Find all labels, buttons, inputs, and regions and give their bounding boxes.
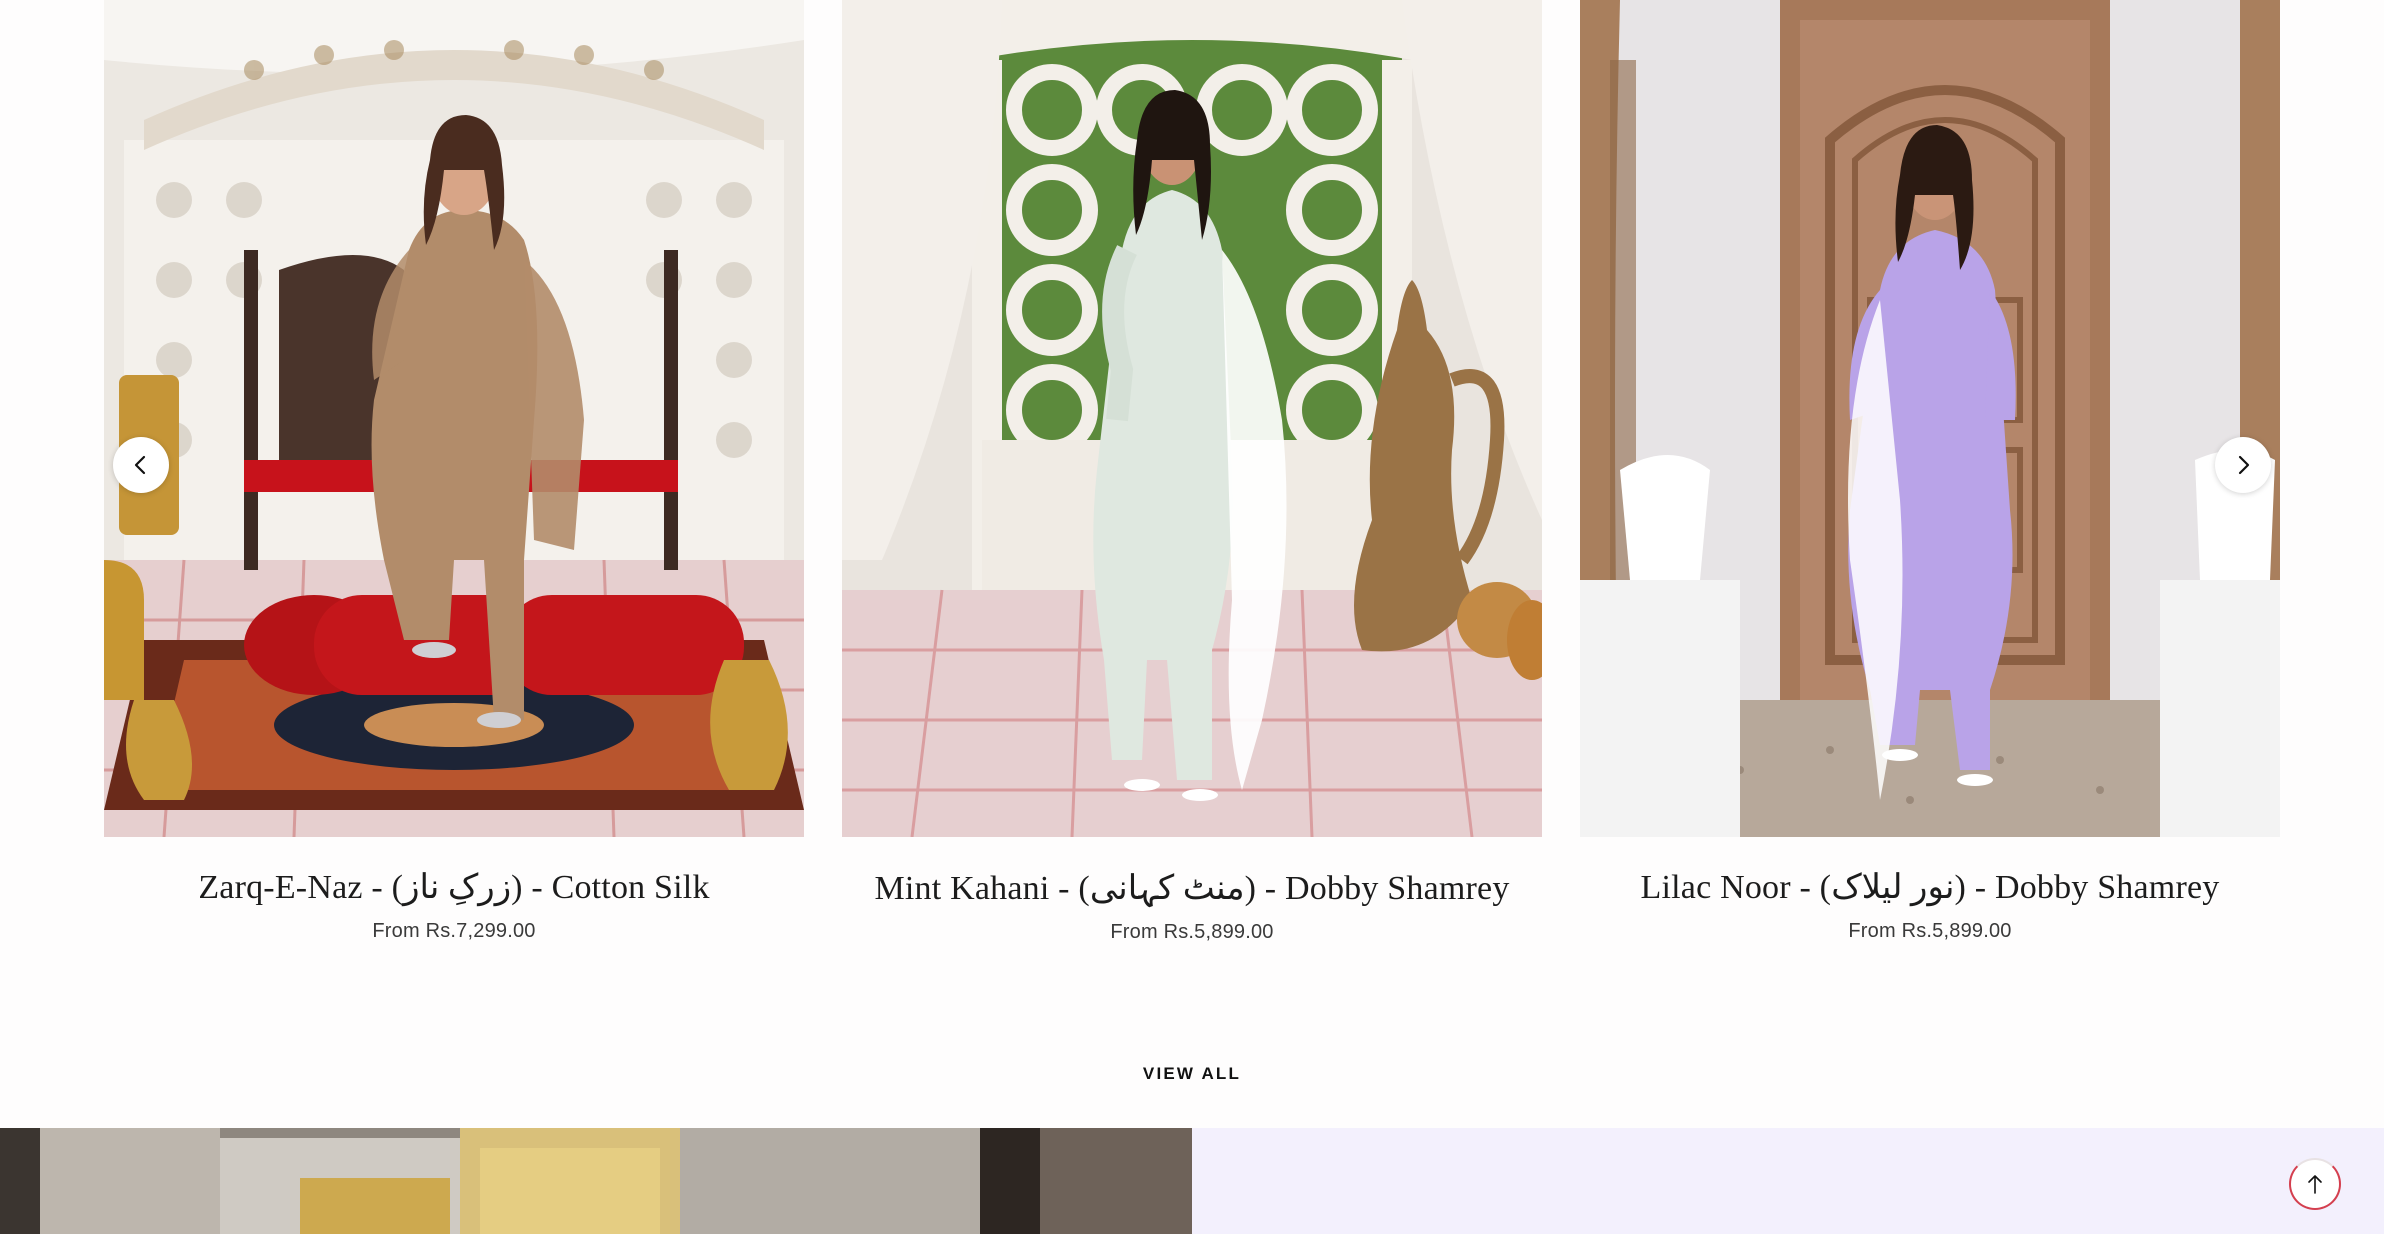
scroll-to-top-button[interactable] — [2289, 1158, 2341, 1210]
product-carousel: Zarq-E-Naz - (زرکِ ناز) - Cotton Silk Fr… — [0, 0, 2384, 1000]
banner-panel — [1192, 1128, 2384, 1234]
carousel-prev-button[interactable] — [113, 437, 169, 493]
product-price: From Rs.7,299.00 — [372, 920, 536, 942]
product-title[interactable]: Mint Kahani - (منٹ کہانی) - Dobby Shamre… — [842, 867, 1542, 908]
product-image[interactable] — [104, 0, 804, 837]
banner-image — [0, 1128, 1192, 1234]
view-all-link[interactable]: VIEW ALL — [0, 1064, 2384, 1084]
product-title[interactable]: Lilac Noor - (نور لیلاک) - Dobby Shamrey — [1580, 867, 2280, 907]
carousel-next-button[interactable] — [2215, 437, 2271, 493]
product-price: From Rs.5,899.00 — [1848, 920, 2012, 942]
chevron-right-icon — [2238, 455, 2250, 475]
product-image[interactable] — [842, 0, 1542, 837]
product-card[interactable]: Mint Kahani - (منٹ کہانی) - Dobby Shamre… — [842, 0, 1542, 944]
chevron-left-icon — [134, 455, 146, 475]
product-title[interactable]: Zarq-E-Naz - (زرکِ ناز) - Cotton Silk — [104, 867, 804, 907]
product-price: From Rs.5,899.00 — [1110, 921, 1274, 943]
product-card[interactable]: Lilac Noor - (نور لیلاک) - Dobby Shamrey… — [1580, 0, 2280, 943]
arrow-up-icon — [2308, 1175, 2322, 1194]
product-card[interactable]: Zarq-E-Naz - (زرکِ ناز) - Cotton Silk Fr… — [104, 0, 804, 943]
product-image[interactable] — [1580, 0, 2280, 837]
